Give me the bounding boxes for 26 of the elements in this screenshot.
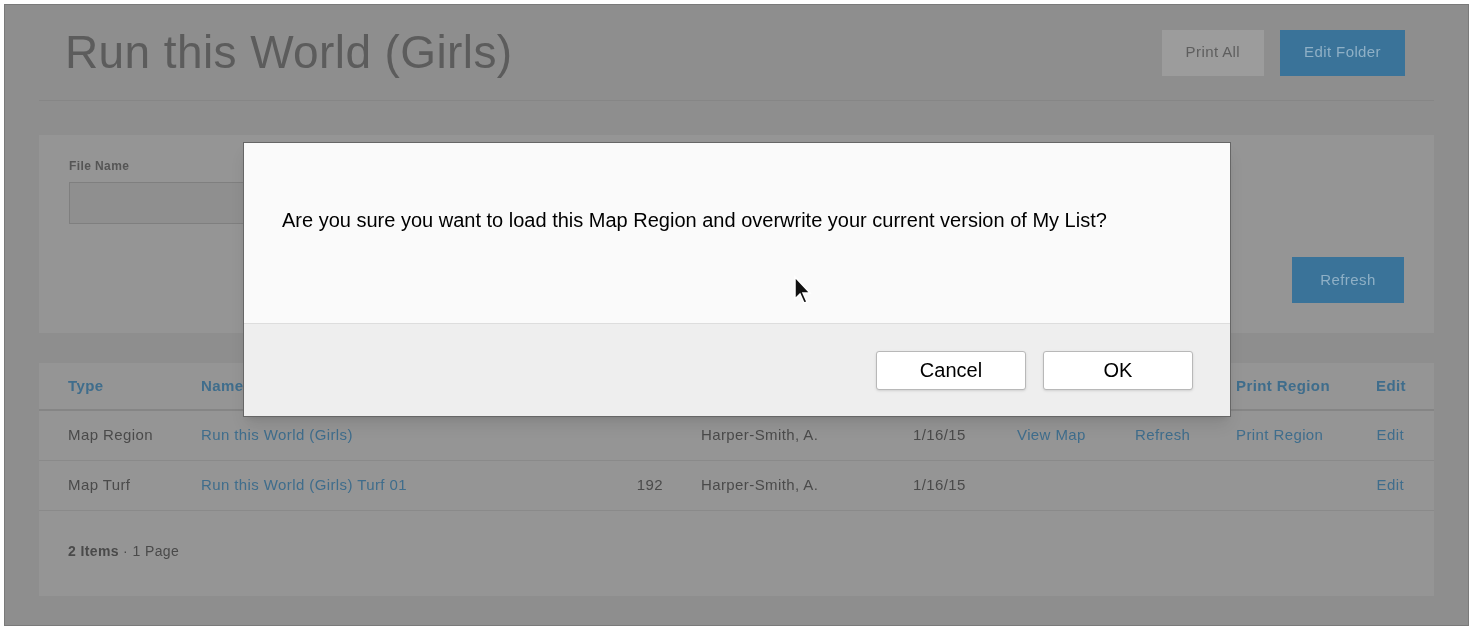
header-button[interactable]: Print All [1161,29,1265,76]
edit-link[interactable]: Edit [1376,426,1404,444]
table-cell: 192 [636,476,663,494]
name-link[interactable]: Run this World (Girls) [201,424,501,447]
refresh-button[interactable]: Refresh [1292,257,1404,303]
page-count: · 1 Page [123,542,180,561]
table-cell-text: Harper-Smith, A. [701,475,820,496]
table-cell-text: Harper-Smith, A. [701,425,820,446]
column-header[interactable]: Type [68,374,201,398]
table-cell-text: 1/16/15 [913,425,967,446]
view-map-link[interactable]: View Map [1017,426,1086,444]
print-region-link[interactable]: Print Region [1236,426,1324,444]
dialog-message: Are you sure you want to load this Map Region and overwrite your current version of My List? [282,209,1108,232]
item-count: 2 Items [68,542,120,561]
field-label: File Name [69,158,131,175]
name-link[interactable]: Run this World (Girls) Turf 01 [201,474,501,497]
header-button[interactable]: Edit Folder [1280,29,1405,76]
column-header[interactable]: Print Region [1236,374,1376,398]
table-cell-text: Map Region [68,425,154,446]
edit-link[interactable]: Edit [1376,476,1404,494]
table-cell-text: 1/16/15 [913,475,967,496]
refresh-link[interactable]: Refresh [1135,426,1191,444]
table-cell-text: Map Turf [68,475,132,496]
dialog-button[interactable]: OK [1043,350,1193,390]
dialog-button[interactable]: Cancel [876,350,1026,390]
column-header[interactable]: Edit [1376,374,1406,398]
